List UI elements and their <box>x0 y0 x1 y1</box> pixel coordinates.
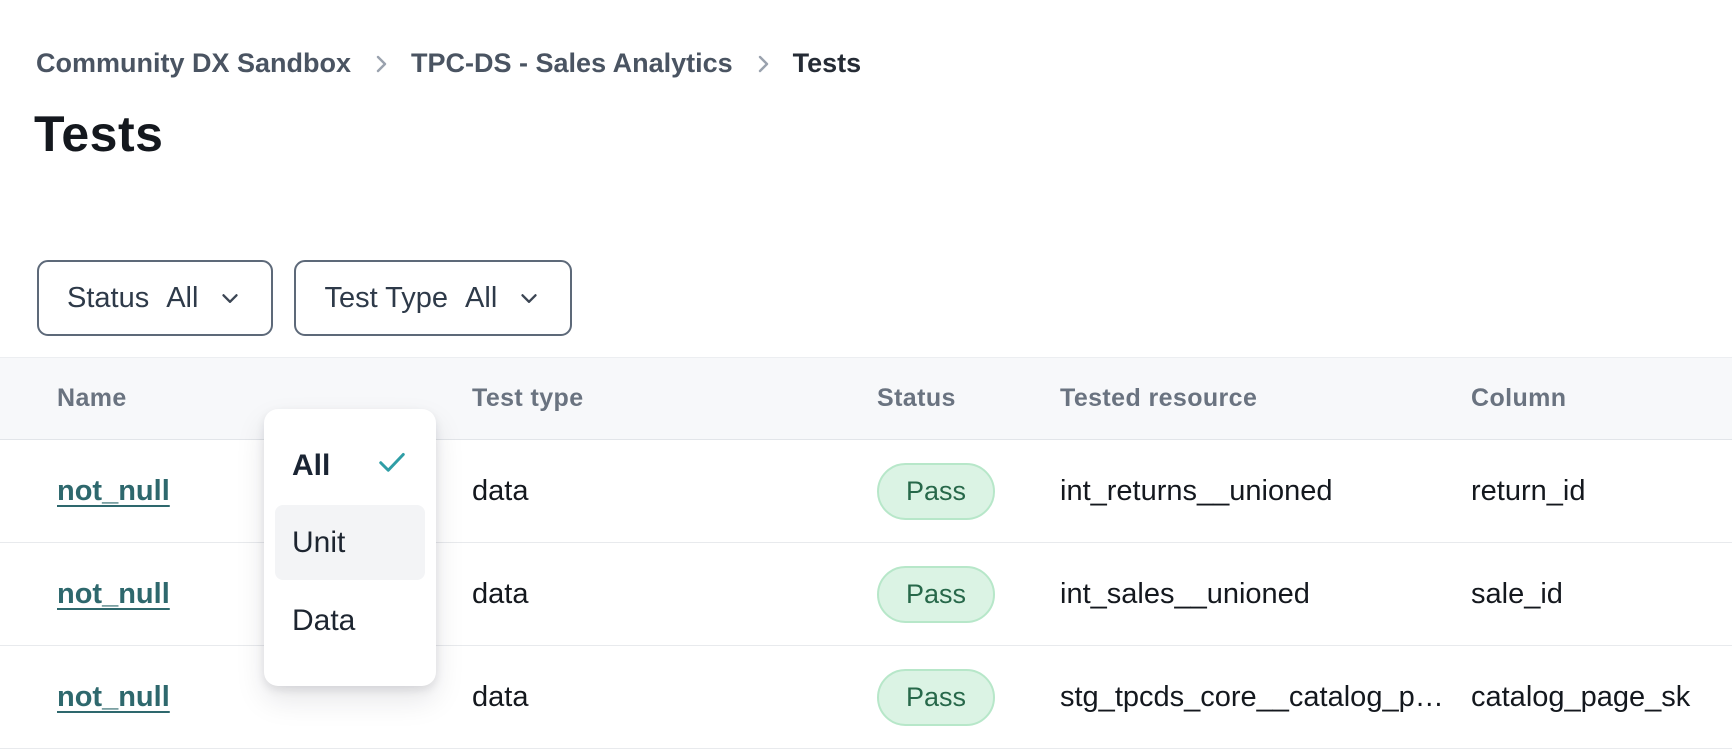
test-name-link[interactable]: not_null <box>57 681 170 713</box>
column-header-tested-resource: Tested resource <box>1060 384 1471 413</box>
column-header-column: Column <box>1471 384 1732 413</box>
dropdown-item-label: Unit <box>292 526 345 560</box>
column-cell: return_id <box>1471 475 1732 508</box>
breadcrumb: Community DX Sandbox TPC-DS - Sales Anal… <box>36 48 1732 79</box>
tested-resource-cell: int_returns__unioned <box>1060 475 1471 508</box>
table-header-row: Name Test type Status Tested resource Co… <box>0 357 1732 440</box>
dropdown-item-data[interactable]: Data <box>264 588 436 654</box>
tested-resource-cell: stg_tpcds_core__catalog_p… <box>1060 681 1471 714</box>
test-type-cell: data <box>472 578 877 611</box>
chevron-right-icon <box>751 52 775 76</box>
chevron-down-icon <box>217 285 243 311</box>
status-filter-button[interactable]: Status All <box>37 260 273 336</box>
test-type-filter-button[interactable]: Test Type All <box>294 260 572 336</box>
column-cell: catalog_page_sk <box>1471 681 1732 714</box>
tests-page: Community DX Sandbox TPC-DS - Sales Anal… <box>0 48 1732 756</box>
test-type-cell: data <box>472 475 877 508</box>
test-type-filter-value: All <box>465 282 497 315</box>
tested-resource-cell: int_sales__unioned <box>1060 578 1471 611</box>
table-row: not_null data Pass stg_tpcds_core__catal… <box>0 646 1732 749</box>
dropdown-item-label: Data <box>292 604 355 638</box>
breadcrumb-item-environment[interactable]: TPC-DS - Sales Analytics <box>411 48 733 79</box>
breadcrumb-item-tests: Tests <box>793 48 862 79</box>
test-type-filter-label: Test Type <box>324 282 448 315</box>
test-name-link[interactable]: not_null <box>57 578 170 610</box>
status-filter-value: All <box>166 282 198 315</box>
filter-bar: Status All Test Type All <box>37 260 1732 336</box>
chevron-right-icon <box>369 52 393 76</box>
table-row: not_null data Pass int_sales__unioned sa… <box>0 543 1732 646</box>
column-cell: sale_id <box>1471 578 1732 611</box>
status-badge: Pass <box>877 566 995 623</box>
breadcrumb-item-project[interactable]: Community DX Sandbox <box>36 48 351 79</box>
test-type-cell: data <box>472 681 877 714</box>
chevron-down-icon <box>516 285 542 311</box>
table-row: not_null data Pass int_returns__unioned … <box>0 440 1732 543</box>
page-title: Tests <box>34 105 1732 163</box>
dropdown-item-all[interactable]: All <box>264 435 436 497</box>
status-badge: Pass <box>877 463 995 520</box>
tests-table: Name Test type Status Tested resource Co… <box>0 357 1732 749</box>
column-header-test-type: Test type <box>472 384 877 413</box>
dropdown-item-unit[interactable]: Unit <box>275 505 425 580</box>
test-name-link[interactable]: not_null <box>57 475 170 507</box>
status-filter-label: Status <box>67 282 149 315</box>
status-badge: Pass <box>877 669 995 726</box>
test-type-dropdown-menu: All Unit Data <box>264 409 436 686</box>
column-header-status: Status <box>877 384 1060 413</box>
dropdown-item-label: All <box>292 449 330 483</box>
checkmark-icon <box>374 444 410 488</box>
